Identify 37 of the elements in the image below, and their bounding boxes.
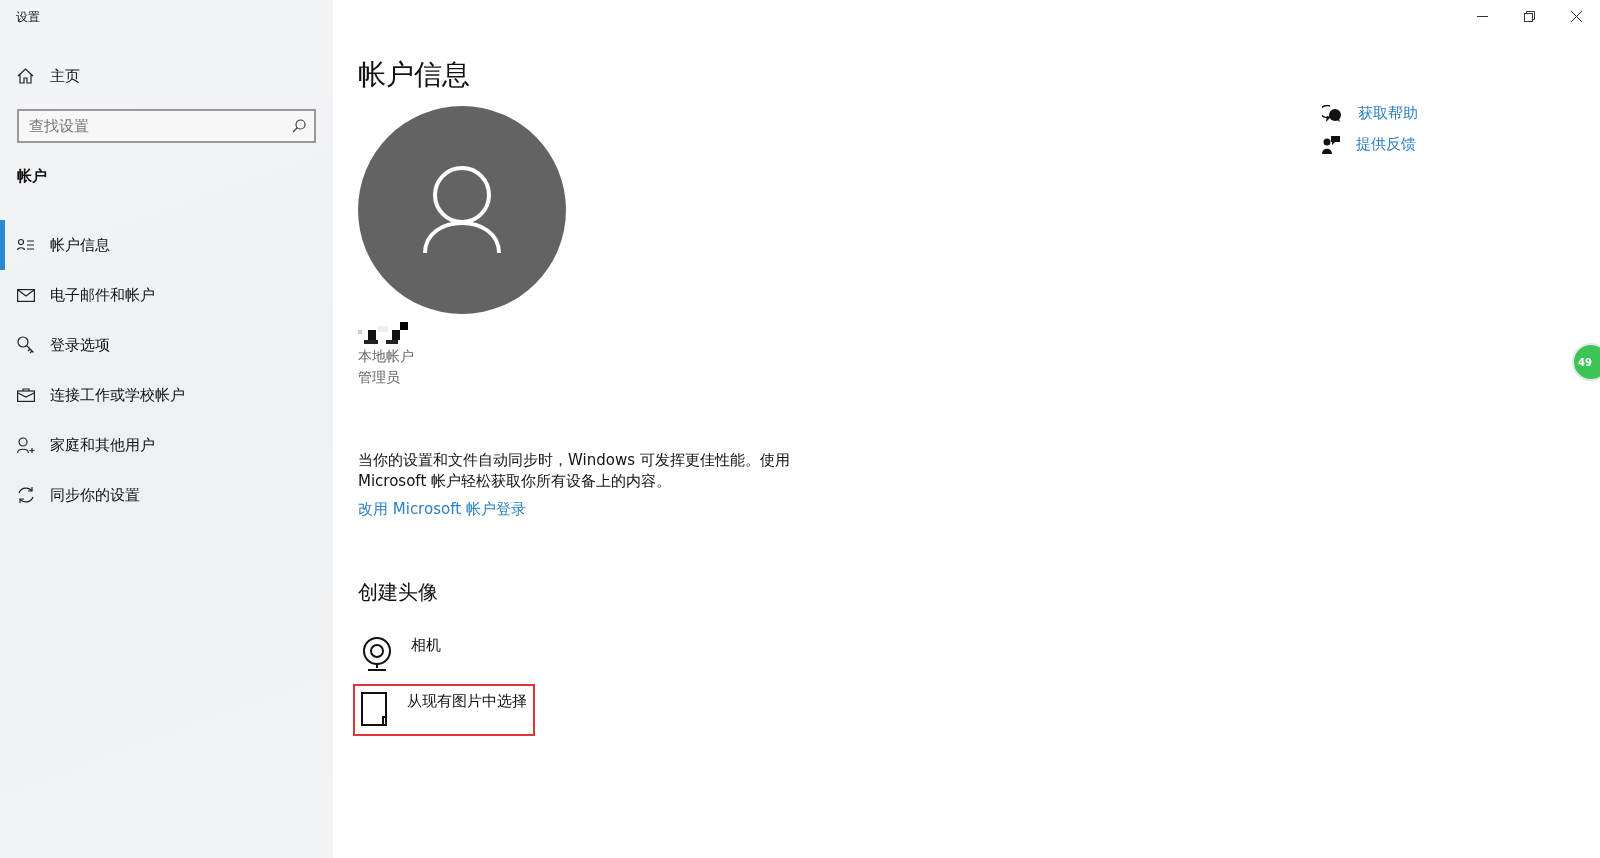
search-icon xyxy=(292,119,306,133)
close-icon xyxy=(1571,10,1582,22)
minimize-icon xyxy=(1477,15,1488,17)
home-nav-item[interactable]: 主页 xyxy=(0,63,80,89)
nav-item[interactable]: 帐户信息 xyxy=(0,220,333,270)
microsoft-signin-link[interactable]: 改用 Microsoft 帐户登录 xyxy=(358,500,526,519)
person-add-icon xyxy=(17,436,35,454)
nav-item[interactable]: 同步你的设置 xyxy=(0,470,333,520)
briefcase-icon xyxy=(17,388,35,402)
search-field[interactable]: 查找设置 xyxy=(17,109,316,143)
nav-item[interactable]: 连接工作或学校帐户 xyxy=(0,370,333,420)
help-link[interactable]: 获取帮助 xyxy=(1322,104,1418,123)
section-heading: 创建头像 xyxy=(358,579,439,606)
window-title: 设置 xyxy=(15,9,41,26)
mail-icon xyxy=(17,288,35,302)
home-icon xyxy=(17,68,34,84)
avatar-option[interactable]: 相机 xyxy=(353,628,535,680)
help-chat-icon xyxy=(1322,104,1342,123)
nav-item[interactable]: 电子邮件和帐户 xyxy=(0,270,333,320)
folder-icon xyxy=(361,692,389,726)
sync-description: 当你的设置和文件自动同步时，Windows 可发挥更佳性能。使用 Microsoft 帐户轻松获取你所有设备上的内容。 xyxy=(358,450,791,492)
webcam-icon xyxy=(361,636,393,672)
account-type: 本地帐户 xyxy=(358,347,414,366)
feedback-icon xyxy=(1322,135,1340,154)
page-title: 帐户信息 xyxy=(358,57,471,93)
sync-icon xyxy=(17,486,35,504)
nav-item[interactable]: 家庭和其他用户 xyxy=(0,420,333,470)
person-icon xyxy=(422,165,502,255)
help-link[interactable]: 提供反馈 xyxy=(1322,135,1418,154)
section-heading: 帐户 xyxy=(16,166,47,186)
account-icon xyxy=(17,238,35,252)
avatar-option[interactable]: 从现有图片中选择 xyxy=(353,684,535,736)
nav-item[interactable]: 登录选项 xyxy=(0,320,333,370)
pixelated-username-drawing xyxy=(358,322,410,346)
key-icon xyxy=(17,336,35,354)
restore-icon xyxy=(1524,10,1535,22)
account-role: 管理员 xyxy=(358,368,400,387)
